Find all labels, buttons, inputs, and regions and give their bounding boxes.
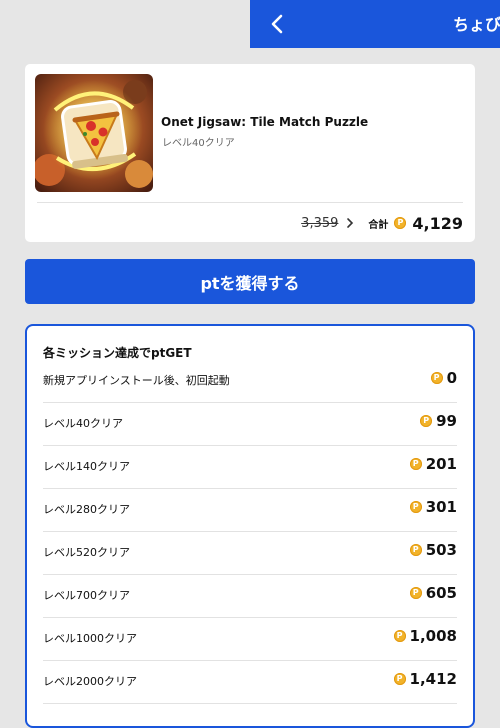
app-thumbnail <box>35 74 153 192</box>
mission-points: P 503 <box>409 539 457 561</box>
mission-label: 新規アプリインストール後、初回起動 <box>43 374 230 387</box>
point-coin-icon: P <box>409 587 422 599</box>
mission-label: レベル140クリア <box>43 460 130 473</box>
mission-points-value: 0 <box>446 369 457 387</box>
total-points: 4,129 <box>412 213 463 233</box>
mission-points: P 201 <box>409 453 457 475</box>
mission-row: レベル40クリア P 99 <box>43 402 457 446</box>
mission-label: レベル2000クリア <box>43 675 137 688</box>
point-coin-icon: P <box>393 673 406 685</box>
app-name: Onet Jigsaw: Tile Match Puzzle <box>161 115 369 129</box>
mission-label: レベル280クリア <box>43 503 130 516</box>
mission-row: レベル1000クリア P 1,008 <box>43 617 457 661</box>
mission-row: レベル520クリア P 503 <box>43 531 457 575</box>
point-coin-icon: P <box>409 458 422 470</box>
point-coin-icon: P <box>393 630 406 642</box>
mission-row: レベル2000クリア P 1,412 <box>43 660 457 704</box>
app-card[interactable]: Onet Jigsaw: Tile Match Puzzle レベル40クリア … <box>25 64 475 242</box>
point-coin-icon: P <box>409 501 422 513</box>
mission-points-value: 1,412 <box>409 670 457 688</box>
chevron-left-icon <box>271 14 283 34</box>
mission-row: レベル280クリア P 301 <box>43 488 457 532</box>
mission-row: レベル140クリア P 201 <box>43 445 457 489</box>
mission-points: P 301 <box>409 496 457 518</box>
total-label: 合計 <box>368 219 389 231</box>
mission-points: P 99 <box>420 410 457 432</box>
mission-points-value: 201 <box>425 455 457 473</box>
divider <box>37 202 463 203</box>
get-points-button[interactable]: ptを獲得する <box>25 259 475 304</box>
point-coin-icon: P <box>394 217 407 229</box>
mission-label: レベル1000クリア <box>43 632 137 645</box>
mission-label: レベル520クリア <box>43 546 130 559</box>
missions-panel: 各ミッション達成でptGET 新規アプリインストール後、初回起動 P 0 レベル40ク… <box>25 324 475 728</box>
point-coin-icon: P <box>430 372 443 384</box>
mission-points: P0 <box>430 367 457 389</box>
mission-points: P 605 <box>409 582 457 604</box>
mission-points: P 1,412 <box>393 668 457 690</box>
point-coin-icon: P <box>409 544 422 556</box>
mission-points-value: 503 <box>425 541 457 559</box>
mission-points-value: 605 <box>425 584 457 602</box>
mission-label: レベル40クリア <box>43 417 123 430</box>
mission-points-value: 1,008 <box>409 627 457 645</box>
pizza-tile-icon <box>35 74 153 192</box>
mission-points-value: 301 <box>425 498 457 516</box>
mission-row: レベル700クリア P 605 <box>43 574 457 618</box>
app-subtitle: レベル40クリア <box>162 138 235 149</box>
mission-points: P 1,008 <box>393 625 457 647</box>
mission-label: レベル700クリア <box>43 589 130 602</box>
mission-points-value: 99 <box>436 412 457 430</box>
point-coin-icon: P <box>420 415 433 427</box>
top-header: ちょび <box>250 0 500 48</box>
chevron-right-icon <box>347 218 354 228</box>
old-price: 3,359 <box>301 215 339 231</box>
header-title: ちょび <box>453 15 500 34</box>
mission-row: 新規アプリインストール後、初回起動 P 0 <box>43 359 457 403</box>
back-button[interactable] <box>264 10 290 38</box>
price-row: 3,359 合計 P 4,129 <box>301 212 463 234</box>
